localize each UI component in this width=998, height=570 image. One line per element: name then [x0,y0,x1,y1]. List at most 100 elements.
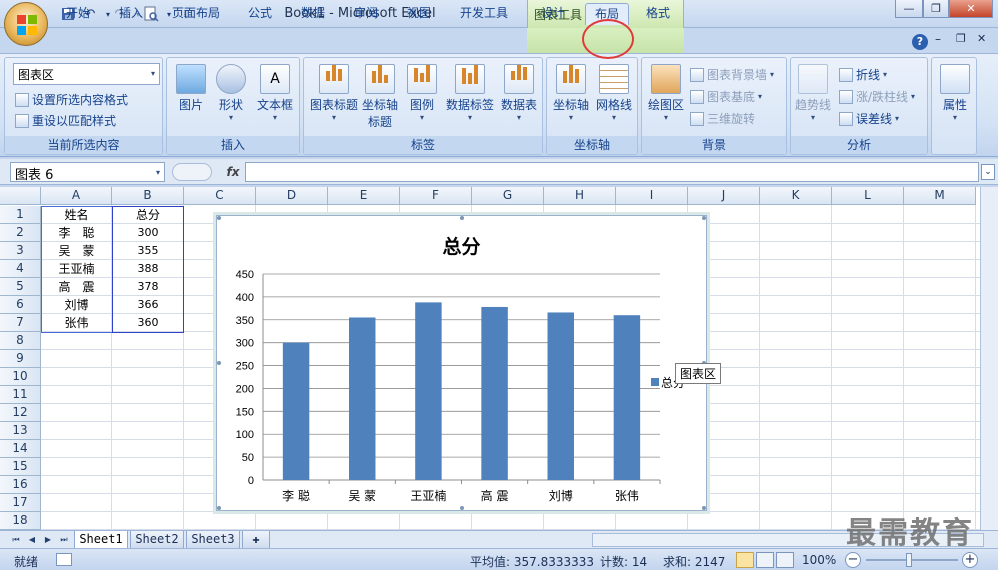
insert-function-icon[interactable]: fx [222,162,244,182]
workbook-close-icon[interactable]: ✕ [977,32,986,45]
plot-area-button[interactable]: 绘图区 ▾ [646,64,686,122]
column-header-h[interactable]: H [544,187,616,205]
column-header-l[interactable]: L [832,187,904,205]
row-header-10[interactable]: 10 [0,368,41,386]
column-header-b[interactable]: B [112,187,184,205]
column-header-e[interactable]: E [328,187,400,205]
prev-sheet-icon[interactable]: ◀ [26,533,38,547]
column-header-d[interactable]: D [256,187,328,205]
column-header-i[interactable]: I [616,187,688,205]
row-header-2[interactable]: 2 [0,224,41,242]
row-header-3[interactable]: 3 [0,242,41,260]
picture-button[interactable]: 图片 [173,64,209,113]
trendline-button[interactable]: 趋势线 ▾ [793,64,833,122]
axis-titles-button[interactable]: 坐标轴 标题 [360,64,400,130]
office-button[interactable] [4,2,48,46]
help-icon[interactable]: ? [912,34,928,50]
tab-format[interactable]: 格式 [638,3,678,25]
sheet-tab-3[interactable]: Sheet3 [186,531,240,549]
error-bars-button[interactable]: 误差线 ▾ [839,110,899,127]
formula-input[interactable] [245,162,979,182]
name-box[interactable]: 图表 6 ▾ [10,162,165,183]
column-header-m[interactable]: M [904,187,976,205]
chart-area[interactable]: 总分 0 50 100 150 200 250 300 350 400 450 李 聪吴 蒙王亚楠高… [216,215,707,511]
textbox-button[interactable]: A 文本框 ▾ [253,64,297,122]
tab-view[interactable]: 视图 [399,3,439,25]
formula-bar-toggle[interactable] [172,163,212,181]
minimize-button[interactable]: — [895,0,923,18]
row-header-9[interactable]: 9 [0,350,41,368]
row-header-11[interactable]: 11 [0,386,41,404]
row-header-6[interactable]: 6 [0,296,41,314]
header-cell[interactable]: 姓名 [41,206,112,224]
row-header-1[interactable]: 1 [0,206,41,224]
data-table-button[interactable]: 数据表 ▾ [498,64,540,122]
tab-design[interactable]: 设计 [533,3,573,25]
ribbon-minimize-icon[interactable]: – [935,32,941,46]
data-cell[interactable]: 360 [112,314,184,332]
chart-element-combo[interactable]: 图表区 ▾ [13,63,160,85]
axes-button[interactable]: 坐标轴 ▾ [551,64,591,122]
data-cell[interactable]: 388 [112,260,184,278]
chart-floor-button[interactable]: 图表基底 ▾ [690,88,762,105]
row-header-5[interactable]: 5 [0,278,41,296]
tab-formulas[interactable]: 公式 [240,3,280,25]
tab-review[interactable]: 审阅 [346,3,386,25]
tab-insert[interactable]: 插入 [111,3,151,25]
first-sheet-icon[interactable]: ⏮ [10,533,22,547]
data-cell[interactable]: 王亚楠 [41,260,112,278]
column-header-g[interactable]: G [472,187,544,205]
column-header-f[interactable]: F [400,187,472,205]
tab-page-layout[interactable]: 页面布局 [164,3,228,25]
data-cell[interactable]: 300 [112,224,184,242]
row-header-16[interactable]: 16 [0,476,41,494]
reset-style-button[interactable]: 重设以匹配样式 [15,112,116,129]
row-header-7[interactable]: 7 [0,314,41,332]
3d-rotation-button[interactable]: 三维旋转 [690,110,755,127]
chart-wall-button[interactable]: 图表背景墙 ▾ [690,66,774,83]
zoom-out-icon[interactable]: − [845,552,861,568]
data-cell[interactable]: 366 [112,296,184,314]
data-cell[interactable]: 355 [112,242,184,260]
tab-data[interactable]: 数据 [293,3,333,25]
page-break-view-icon[interactable] [776,552,794,568]
properties-button[interactable]: 属性 ▾ [936,64,974,122]
data-cell[interactable]: 378 [112,278,184,296]
next-sheet-icon[interactable]: ▶ [42,533,54,547]
row-header-17[interactable]: 17 [0,494,41,512]
zoom-slider-track[interactable] [866,559,958,561]
normal-view-icon[interactable] [736,552,754,568]
row-header-4[interactable]: 4 [0,260,41,278]
row-header-14[interactable]: 14 [0,440,41,458]
insert-sheet-icon[interactable]: ✚ [242,531,270,549]
row-header-12[interactable]: 12 [0,404,41,422]
zoom-slider-thumb[interactable] [906,553,912,567]
restore-button[interactable]: ❐ [923,0,949,18]
gridlines-button[interactable]: 网格线 ▾ [593,64,635,122]
data-labels-button[interactable]: 数据标签 ▾ [444,64,496,122]
data-cell[interactable]: 吴 蒙 [41,242,112,260]
column-header-j[interactable]: J [688,187,760,205]
data-cell[interactable]: 高 震 [41,278,112,296]
macro-record-icon[interactable] [56,553,72,566]
sheet-tab-2[interactable]: Sheet2 [130,531,184,549]
row-header-15[interactable]: 15 [0,458,41,476]
row-header-8[interactable]: 8 [0,332,41,350]
zoom-level[interactable]: 100% [802,553,836,567]
close-button[interactable]: ✕ [949,0,993,18]
column-header-k[interactable]: K [760,187,832,205]
lines-button[interactable]: 折线 ▾ [839,66,887,83]
row-header-13[interactable]: 13 [0,422,41,440]
last-sheet-icon[interactable]: ⏭ [58,533,70,547]
updown-bars-button[interactable]: 涨/跌柱线 ▾ [839,88,915,105]
data-cell[interactable]: 张伟 [41,314,112,332]
data-cell[interactable]: 刘博 [41,296,112,314]
page-layout-view-icon[interactable] [756,552,774,568]
chart-title-button[interactable]: 图表标题 ▾ [308,64,360,122]
shapes-button[interactable]: 形状 ▾ [213,64,249,122]
vertical-scrollbar[interactable] [980,187,998,530]
ribbon-restore-icon[interactable]: ❐ [956,32,966,45]
data-cell[interactable]: 李 聪 [41,224,112,242]
column-header-a[interactable]: A [41,187,112,205]
select-all-corner[interactable] [0,187,41,205]
